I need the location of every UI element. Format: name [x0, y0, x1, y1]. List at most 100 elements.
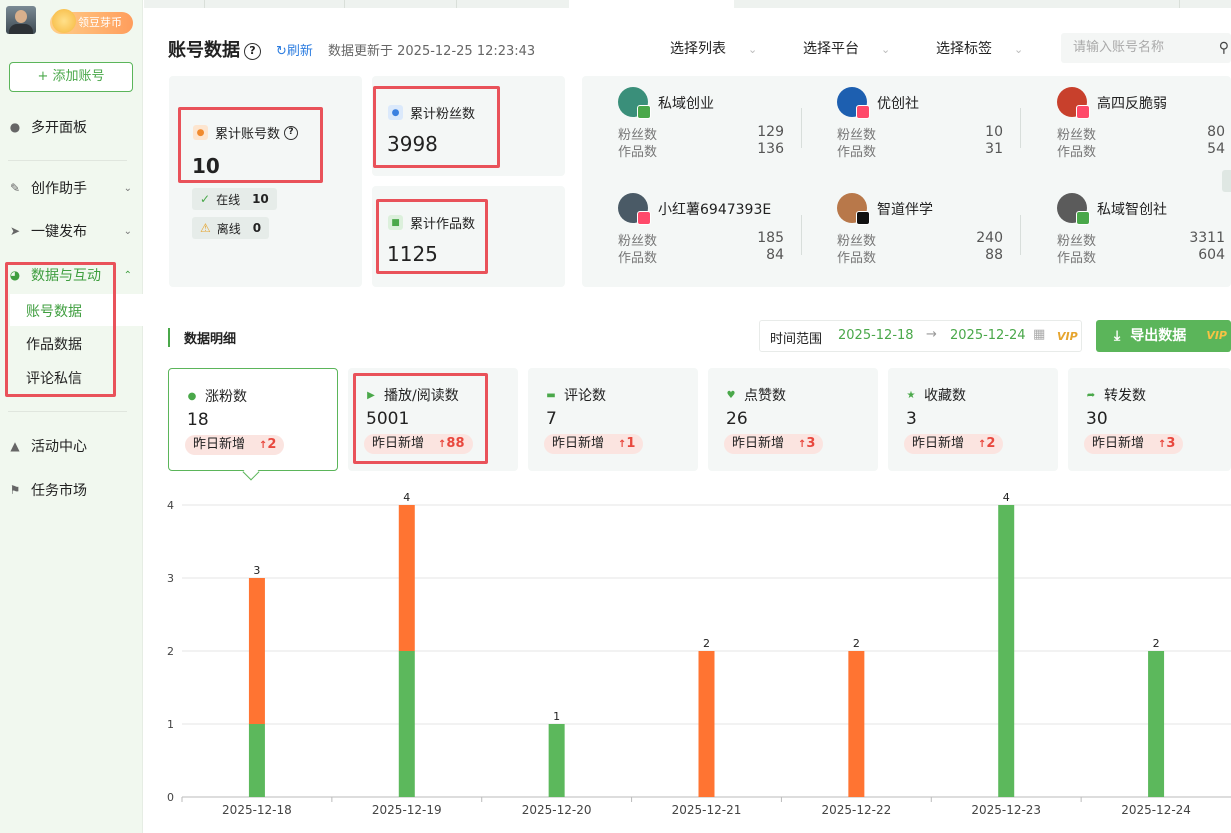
bar-value-label: 3: [253, 564, 260, 577]
end-date[interactable]: 2025-12-24: [950, 328, 1026, 343]
refresh-button[interactable]: ↻刷新: [276, 40, 313, 59]
bar-segment: [848, 651, 865, 797]
pen-icon: ✎: [9, 181, 21, 195]
account-card[interactable]: 智道伴学 粉丝数 240 作品数 88: [837, 193, 1037, 283]
fans-value: 3998: [387, 132, 438, 156]
works-value: 31: [985, 141, 1003, 157]
yesterday-badge: 昨日新增 ↑3: [1084, 434, 1184, 454]
works-label-text: 累计作品数: [410, 217, 476, 232]
date-range-picker[interactable]: 时间范围 2025-12-18 → 2025-12-24 ▦ VIP: [759, 320, 1082, 352]
works-label: ■ 累计作品数: [388, 213, 475, 232]
tab-active[interactable]: [569, 0, 734, 8]
bar-segment: [698, 651, 715, 797]
tab-divider: [456, 0, 457, 8]
tab-divider: [204, 0, 205, 8]
search-input[interactable]: 请输入账号名称 ⚲: [1061, 33, 1231, 63]
select-tag-dropdown[interactable]: 选择标签 ⌄: [936, 38, 1023, 58]
metric-label: ➦ 转发数: [1084, 385, 1146, 405]
check-circle-icon: ✓: [200, 192, 211, 206]
fans-card: [372, 76, 565, 176]
metric-card[interactable]: ➦ 转发数 30 昨日新增 ↑3: [1068, 368, 1231, 471]
account-card[interactable]: 私域智创社 粉丝数 3311 作品数 604: [1057, 193, 1231, 283]
y-tick-label: 2: [167, 645, 174, 658]
heart-icon: ♥: [726, 389, 736, 401]
main: 账号数据? ↻刷新 数据更新于 2025-12-25 12:23:43 选择列表…: [144, 0, 1231, 833]
add-account-button[interactable]: + 添加账号: [9, 62, 133, 92]
select-platform-dropdown[interactable]: 选择平台 ⌄: [803, 38, 890, 58]
metric-card[interactable]: ♥ 点赞数 26 昨日新增 ↑3: [708, 368, 878, 471]
sidebar-item-data-interaction[interactable]: ◕ 数据与互动 ⌃: [8, 265, 134, 285]
fans-value: 185: [757, 230, 784, 246]
wechat-channels-icon: [637, 105, 651, 119]
select-tag-label: 选择标签: [936, 41, 992, 57]
coin-badge[interactable]: 领豆芽币: [50, 9, 133, 34]
start-date[interactable]: 2025-12-18: [838, 328, 914, 343]
works-label: 作品数: [1057, 251, 1097, 266]
calendar-icon[interactable]: ▦: [1033, 327, 1045, 342]
yesterday-badge: 昨日新增 ↑2: [185, 435, 285, 455]
users-icon: ●: [193, 125, 208, 140]
x-tick-label: 2025-12-23: [971, 803, 1041, 817]
select-list-label: 选择列表: [670, 41, 726, 57]
metric-label: ♥ 点赞数: [724, 385, 786, 405]
bar-value-label: 2: [1153, 637, 1160, 650]
bar-segment: [548, 724, 565, 797]
vip-badge: VIP: [1206, 329, 1227, 342]
section-title: 数据明细: [168, 328, 236, 347]
sidebar-item-multi-panel[interactable]: ● 多开面板: [8, 117, 134, 137]
chevron-down-icon: ⌄: [123, 225, 132, 237]
sidebar-item-activity[interactable]: ▲ 活动中心: [8, 436, 134, 456]
yesterday-badge: 昨日新增 ↑88: [364, 434, 473, 454]
works-value: 1125: [387, 242, 438, 266]
help-icon[interactable]: ?: [284, 125, 299, 140]
star-icon: ★: [906, 389, 916, 401]
works-value: 136: [757, 141, 784, 157]
sub-item-works-data[interactable]: 作品数据: [26, 334, 82, 354]
divider: [8, 160, 127, 161]
sidebar-item-task-market[interactable]: ⚑ 任务市场: [8, 480, 134, 500]
yesterday-label: 昨日新增: [732, 436, 785, 451]
avatar[interactable]: [6, 6, 36, 34]
account-card[interactable]: 私域创业 粉丝数 129 作品数 136: [618, 87, 818, 177]
works-card: [372, 186, 565, 287]
metric-value: 18: [187, 410, 209, 430]
help-icon[interactable]: ?: [244, 43, 261, 60]
metric-label: ★ 收藏数: [904, 385, 966, 405]
account-card[interactable]: 小红薯6947393E 粉丝数 185 作品数 84: [618, 193, 818, 283]
bar-value-label: 2: [853, 637, 860, 650]
xiaohongshu-icon: [637, 211, 651, 225]
sidebar-item-creation[interactable]: ✎ 创作助手 ⌄: [8, 178, 134, 198]
xiaohongshu-icon: [1076, 105, 1090, 119]
vip-badge: VIP: [1057, 330, 1078, 343]
sub-item-account-data[interactable]: 账号数据: [26, 301, 82, 321]
search-icon[interactable]: ⚲: [1219, 33, 1229, 63]
accounts-value: 10: [192, 154, 220, 178]
metric-card[interactable]: ● 涨粉数 18 昨日新增 ↑2: [168, 368, 338, 471]
offline-pill: ⚠ 离线 0: [192, 217, 270, 239]
sub-item-comments[interactable]: 评论私信: [26, 368, 82, 388]
chevron-down-icon: ⌄: [123, 182, 132, 194]
yesterday-badge: 昨日新增 ↑3: [724, 434, 824, 454]
bar-segment: [398, 505, 415, 651]
works-label: 作品数: [837, 251, 877, 266]
export-button[interactable]: ⤓ 导出数据 VIP: [1096, 320, 1231, 352]
refresh-label: 刷新: [286, 44, 313, 59]
metric-card[interactable]: ▶ 播放/阅读数 5001 昨日新增 ↑88: [348, 368, 518, 471]
accounts-card: [169, 76, 362, 287]
yesterday-value: ↑88: [438, 436, 464, 451]
metric-label: ▶ 播放/阅读数: [364, 385, 459, 405]
y-tick-label: 4: [167, 499, 174, 512]
send-icon: ➤: [9, 224, 21, 238]
sidebar-item-publish[interactable]: ➤ 一键发布 ⌄: [8, 221, 134, 241]
tab-divider: [1179, 0, 1180, 8]
wechat-channels-icon: [1076, 211, 1090, 225]
metric-card[interactable]: ★ 收藏数 3 昨日新增 ↑2: [888, 368, 1058, 471]
account-name: 高四反脆弱: [1097, 96, 1167, 112]
metric-card[interactable]: ▬ 评论数 7 昨日新增 ↑1: [528, 368, 698, 471]
select-list-dropdown[interactable]: 选择列表 ⌄: [670, 38, 757, 58]
bar-value-label: 4: [1003, 491, 1010, 504]
account-name: 私域智创社: [1097, 202, 1167, 218]
account-card[interactable]: 优创社 粉丝数 10 作品数 31: [837, 87, 1037, 177]
account-card[interactable]: 高四反脆弱 粉丝数 80 作品数 54: [1057, 87, 1231, 177]
x-tick-label: 2025-12-19: [372, 803, 442, 817]
